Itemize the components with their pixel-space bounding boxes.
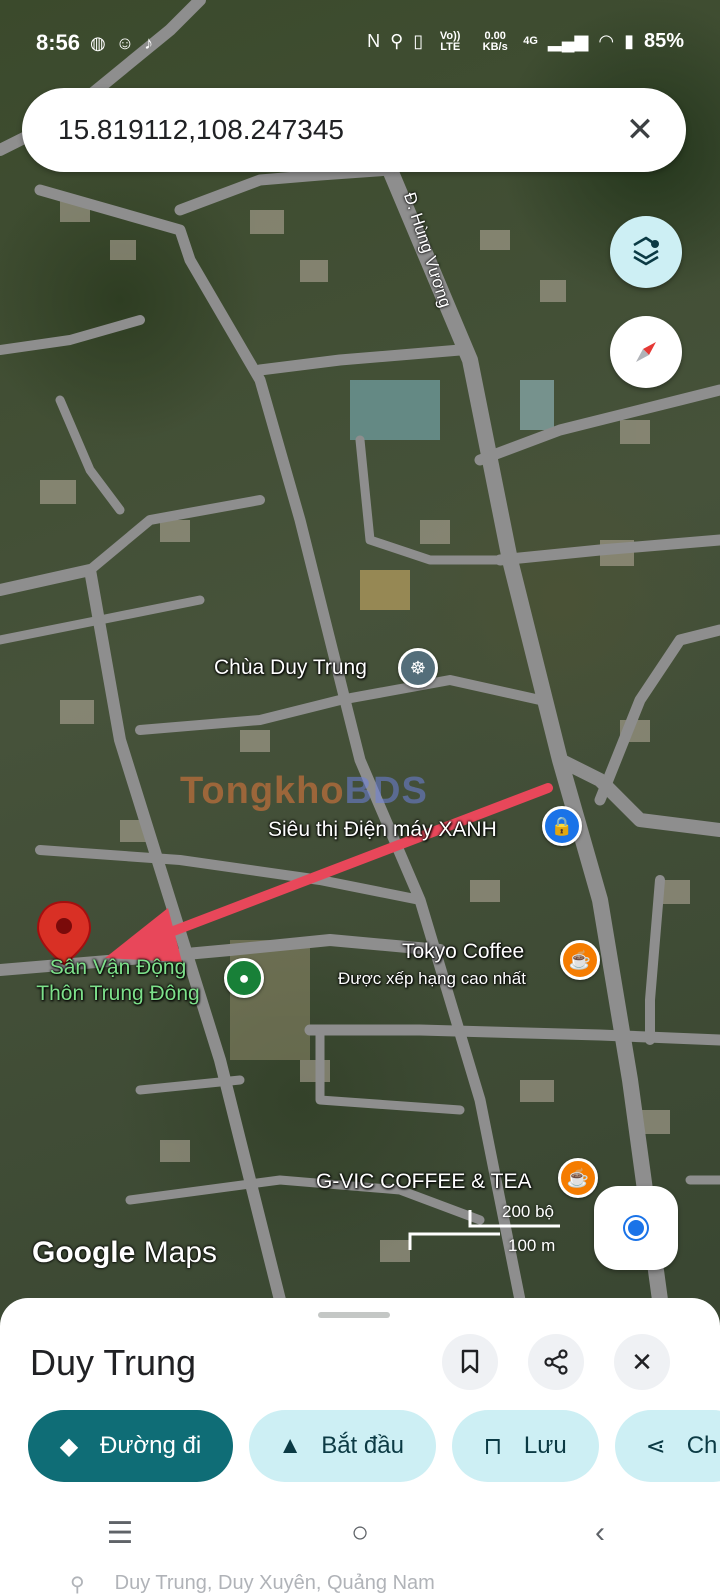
- my-location-icon: [625, 1217, 647, 1239]
- directions-icon: ◆: [59, 1432, 79, 1460]
- status-left: 8:56 ◍ ☺ ♪: [36, 30, 153, 56]
- my-location-button[interactable]: [594, 1186, 678, 1270]
- share-button[interactable]: [528, 1334, 584, 1390]
- system-nav-bar: ☰ ○ ‹: [0, 1500, 720, 1566]
- share-label: Ch: [686, 1432, 718, 1459]
- share-icon: [544, 1349, 568, 1375]
- status-right: N ⚲ ▯ Vo)) LTE 0.00 KB/s 4G ▂▄▆ ◠ ▮ 85%: [367, 30, 684, 53]
- scale-label-meters: 100 m: [508, 1236, 556, 1255]
- poi-label-cafe-gvic[interactable]: G-VIC COFFEE & TEA: [316, 1170, 531, 1194]
- location-icon: ⚲: [390, 31, 404, 51]
- layers-icon: [633, 236, 659, 266]
- home-icon[interactable]: ○: [320, 1516, 400, 1550]
- place-title: Duy Trung: [30, 1342, 197, 1383]
- app-notification-icon: ☺: [115, 32, 135, 53]
- share-icon: ⋖: [645, 1432, 666, 1460]
- temple-pin-icon[interactable]: ☸: [398, 648, 438, 688]
- signal-icon: ▂▄▆: [547, 31, 589, 51]
- sheet-drag-handle[interactable]: [318, 1312, 390, 1318]
- coffee-pin-icon-2[interactable]: ☕: [558, 1158, 598, 1198]
- poi-label-supermarket[interactable]: Siêu thị Điện máy XANH: [268, 818, 497, 842]
- poi-label-cafe-tokyo[interactable]: Tokyo Coffee: [402, 940, 524, 964]
- save-label: Lưu: [523, 1432, 567, 1459]
- close-icon[interactable]: ✕: [618, 110, 662, 150]
- layers-button[interactable]: [610, 216, 682, 288]
- battery-icon: ▮: [624, 31, 634, 51]
- volte-indicator: Vo)) LTE: [439, 29, 461, 53]
- close-icon: ✕: [631, 1346, 653, 1377]
- status-time: 8:56: [36, 30, 81, 55]
- road-network: [0, 0, 720, 1308]
- poi-sublabel-cafe-tokyo: Được xếp hạng cao nhất: [338, 969, 526, 988]
- poi-label-pagoda[interactable]: Chùa Duy Trung: [214, 656, 367, 680]
- start-button[interactable]: ▲ Bắt đầu: [249, 1410, 436, 1482]
- place-address-peek: ⚲ Duy Trung, Duy Xuyên, Quảng Nam: [70, 1572, 435, 1595]
- share-chip-button[interactable]: ⋖ Ch: [614, 1410, 720, 1482]
- poi-label-stadium[interactable]: Sân Vận Động Thôn Trung Đông: [18, 955, 218, 1007]
- google-maps-logo: Google Maps: [32, 1236, 218, 1269]
- save-bookmark-button[interactable]: [442, 1334, 498, 1390]
- directions-label: Đường đi: [100, 1432, 202, 1459]
- search-bar[interactable]: ✕: [22, 88, 686, 172]
- compass-icon: [636, 342, 656, 362]
- battery-level: 85%: [643, 30, 684, 52]
- wifi-icon: ◠: [598, 31, 615, 51]
- bookmark-icon: [461, 1349, 479, 1374]
- scale-label-feet: 200 bộ: [502, 1202, 554, 1221]
- action-chips: ◆ Đường đi ▲ Bắt đầu ⊓ Lưu ⋖ Ch: [28, 1410, 720, 1482]
- close-sheet-button[interactable]: ✕: [614, 1334, 670, 1390]
- map-scale: 200 bộ 100 m: [408, 1202, 568, 1258]
- messenger-icon: ◍: [90, 32, 106, 53]
- tiktok-icon: ♪: [144, 32, 154, 53]
- nfc-icon: N: [367, 31, 381, 51]
- save-button[interactable]: ⊓ Lưu: [451, 1410, 599, 1482]
- bookmark-icon: ⊓: [483, 1432, 503, 1460]
- network-type: 4G: [523, 35, 538, 47]
- address-text: Duy Trung, Duy Xuyên, Quảng Nam: [114, 1572, 435, 1594]
- start-label: Bắt đầu: [321, 1432, 404, 1459]
- directions-button[interactable]: ◆ Đường đi: [28, 1410, 234, 1482]
- coffee-pin-icon[interactable]: ☕: [560, 940, 600, 980]
- stadium-pin-icon[interactable]: ●: [224, 958, 264, 998]
- status-bar: 8:56 ◍ ☺ ♪ N ⚲ ▯ Vo)) LTE 0.00 KB/s 4G ▂…: [0, 0, 720, 86]
- vibrate-icon: ▯: [413, 31, 424, 51]
- map-view[interactable]: Đ. Hùng Vương Chùa Duy Trung ☸ TongkhoBD…: [0, 0, 720, 1340]
- search-input[interactable]: [58, 114, 618, 146]
- watermark-text: TongkhoBDS: [180, 770, 428, 812]
- network-speed: 0.00 KB/s: [482, 29, 508, 53]
- recent-apps-icon[interactable]: ☰: [80, 1516, 160, 1551]
- navigation-icon: ▲: [278, 1432, 303, 1459]
- shopping-bag-pin-icon[interactable]: 🔒: [542, 806, 582, 846]
- compass-button[interactable]: [610, 316, 682, 388]
- back-icon[interactable]: ‹: [560, 1516, 640, 1550]
- pin-outline-icon: ⚲: [70, 1574, 85, 1595]
